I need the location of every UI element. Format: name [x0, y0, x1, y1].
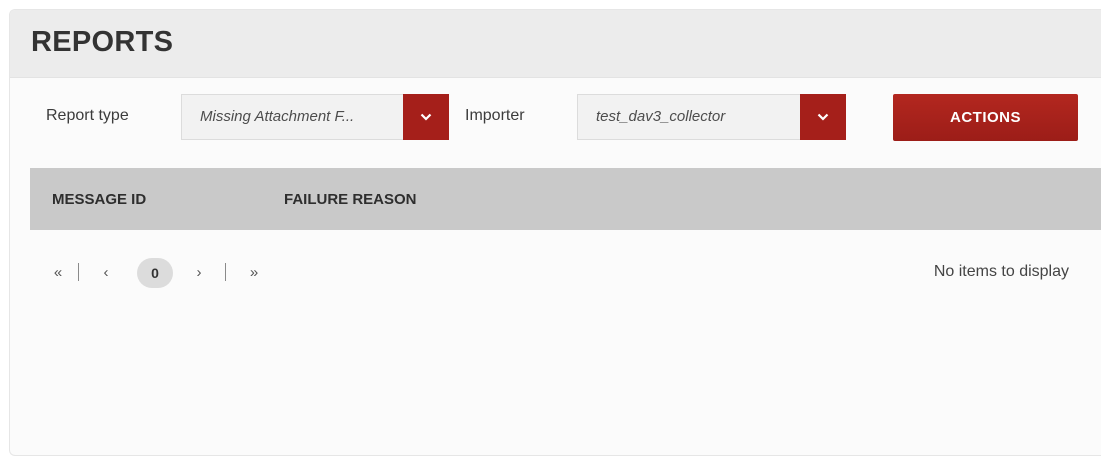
empty-state-message: No items to display [933, 263, 1069, 280]
next-page-button[interactable]: › [191, 258, 207, 286]
previous-page-button[interactable]: ‹ [98, 258, 114, 286]
last-page-button[interactable]: » [244, 258, 264, 286]
page-title: REPORTS [31, 26, 174, 58]
importer-dropdown-button[interactable] [800, 94, 846, 140]
actions-button[interactable]: ACTIONS [893, 94, 1078, 141]
importer-value: test_dav3_collector [596, 108, 726, 125]
pager-divider [225, 263, 226, 281]
current-page-indicator[interactable]: 0 [137, 258, 173, 288]
report-type-label: Report type [46, 107, 129, 124]
column-header-message-id[interactable]: MESSAGE ID [52, 191, 146, 208]
report-type-dropdown-button[interactable] [403, 94, 449, 140]
pager-divider [78, 263, 79, 281]
chevron-down-icon [817, 113, 829, 121]
report-type-value: Missing Attachment F... [200, 108, 355, 125]
report-type-select[interactable]: Missing Attachment F... [181, 94, 449, 140]
reports-panel: REPORTS Report type Missing Attachment F… [9, 9, 1101, 456]
first-page-button[interactable]: « [48, 258, 68, 286]
table-header: MESSAGE ID FAILURE REASON [30, 168, 1101, 230]
chevron-down-icon [420, 113, 432, 121]
importer-label: Importer [465, 107, 525, 124]
panel-header: REPORTS [10, 10, 1101, 78]
column-header-failure-reason[interactable]: FAILURE REASON [284, 191, 417, 208]
importer-select[interactable]: test_dav3_collector [577, 94, 846, 140]
